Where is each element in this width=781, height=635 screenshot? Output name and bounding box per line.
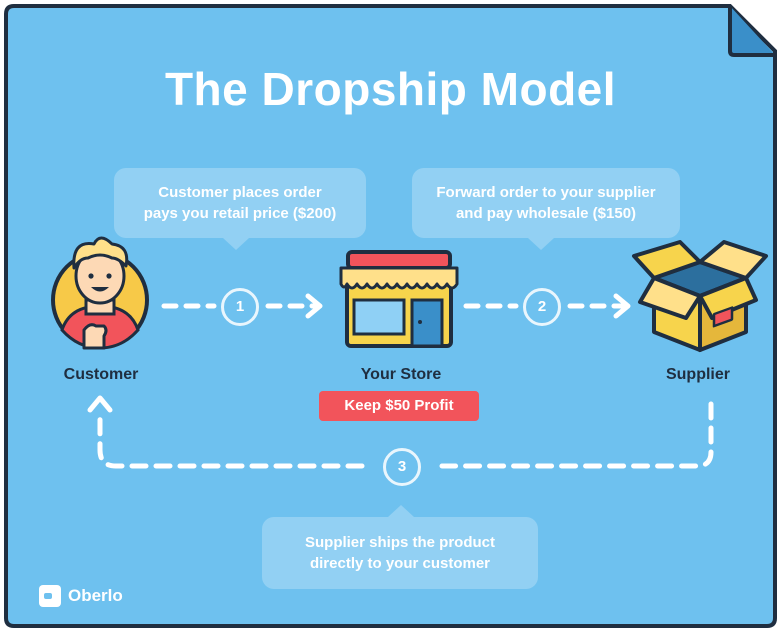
step-2-badge: 2: [523, 288, 561, 326]
brand-name: Oberlo: [68, 586, 123, 605]
store-label: Your Store: [360, 366, 442, 383]
customer-avatar-icon: [51, 236, 149, 350]
flow-diagram: [51, 236, 768, 469]
open-box-icon: [632, 240, 768, 352]
storefront-icon: [339, 250, 459, 348]
oberlo-logo-icon: [39, 585, 61, 607]
supplier-label: Supplier: [665, 366, 730, 383]
customer-label: Customer: [63, 366, 139, 383]
profit-badge: Keep $50 Profit: [319, 391, 479, 421]
oberlo-brand: Oberlo: [39, 585, 123, 607]
step-1-badge: 1: [221, 288, 259, 326]
step-3-badge: 3: [383, 448, 421, 486]
arrow-3-head: [87, 395, 113, 413]
